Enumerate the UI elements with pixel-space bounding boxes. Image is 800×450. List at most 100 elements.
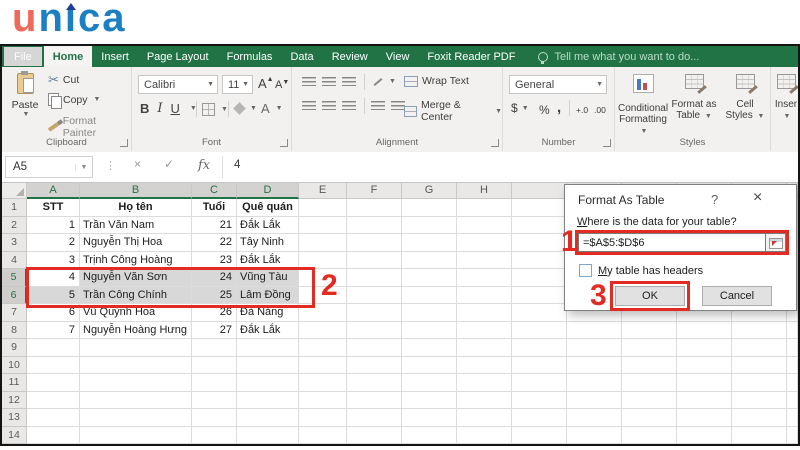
- cell-x1013[interactable]: [567, 409, 622, 427]
- cell-A4[interactable]: 3: [27, 251, 80, 269]
- cell-E1[interactable]: [299, 199, 347, 217]
- insert-function-button[interactable]: fx: [198, 158, 210, 173]
- align-left-icon[interactable]: [302, 101, 316, 110]
- cell-x108[interactable]: [567, 321, 622, 339]
- align-middle-icon[interactable]: [322, 77, 336, 86]
- cell-H13[interactable]: [457, 409, 512, 427]
- name-box[interactable]: A5 ▼: [5, 156, 93, 178]
- cell-x149[interactable]: [787, 339, 798, 357]
- fill-color-button[interactable]: ▼: [233, 102, 257, 115]
- cell-E3[interactable]: [299, 234, 347, 252]
- cell-C6[interactable]: 25: [192, 286, 237, 304]
- copy-button[interactable]: Copy ▼: [48, 93, 100, 109]
- headers-checkbox-row[interactable]: My table has headers: [579, 264, 703, 277]
- formula-input[interactable]: 4: [234, 159, 240, 171]
- cell-E11[interactable]: [299, 374, 347, 392]
- cell-E9[interactable]: [299, 339, 347, 357]
- cell-E14[interactable]: [299, 426, 347, 444]
- row-header-5[interactable]: 5: [2, 269, 27, 287]
- cell-D14[interactable]: [237, 426, 299, 444]
- cell-H6[interactable]: [457, 286, 512, 304]
- bold-button[interactable]: B: [140, 101, 149, 116]
- cell-B3[interactable]: Nguyễn Thị Hoa: [80, 234, 192, 252]
- increase-indent-icon[interactable]: [391, 101, 405, 110]
- decrease-indent-icon[interactable]: [371, 101, 385, 110]
- cancel-entry-button[interactable]: ×: [134, 157, 141, 171]
- cell-H8[interactable]: [457, 321, 512, 339]
- formula-bar-grip-icon[interactable]: ⋮: [105, 159, 116, 172]
- cell-F11[interactable]: [347, 374, 402, 392]
- cell-x1313[interactable]: [732, 409, 787, 427]
- font-size-combo[interactable]: 11 ▼: [222, 75, 253, 94]
- cell-G5[interactable]: [402, 269, 457, 287]
- cell-x1314[interactable]: [732, 426, 787, 444]
- cell-C4[interactable]: 23: [192, 251, 237, 269]
- cell-G3[interactable]: [402, 234, 457, 252]
- cell-B8[interactable]: Nguyễn Hoàng Hưng: [80, 321, 192, 339]
- cell-F1[interactable]: [347, 199, 402, 217]
- cell-B6[interactable]: Trần Công Chính: [80, 286, 192, 304]
- cell-C8[interactable]: 27: [192, 321, 237, 339]
- cell-G11[interactable]: [402, 374, 457, 392]
- cell-x96[interactable]: [512, 286, 567, 304]
- cell-x1312[interactable]: [732, 391, 787, 409]
- cell-G14[interactable]: [402, 426, 457, 444]
- decrease-decimal-button[interactable]: .00: [594, 105, 606, 115]
- cell-x1413[interactable]: [787, 409, 798, 427]
- underline-button[interactable]: U: [171, 101, 180, 116]
- cell-C14[interactable]: [192, 426, 237, 444]
- cell-x118[interactable]: [622, 321, 677, 339]
- cell-F10[interactable]: [347, 356, 402, 374]
- headers-checkbox[interactable]: [579, 264, 592, 277]
- cell-F14[interactable]: [347, 426, 402, 444]
- cell-x1412[interactable]: [787, 391, 798, 409]
- col-header-x9[interactable]: [512, 183, 567, 199]
- col-header-H[interactable]: H: [457, 183, 512, 199]
- cell-x1011[interactable]: [567, 374, 622, 392]
- cell-E12[interactable]: [299, 391, 347, 409]
- row-header-6[interactable]: 6: [2, 286, 27, 304]
- tab-page-layout[interactable]: Page Layout: [138, 46, 218, 67]
- row-header-13[interactable]: 13: [2, 409, 27, 427]
- cell-C2[interactable]: 21: [192, 216, 237, 234]
- paste-button[interactable]: Paste ▼: [8, 71, 42, 118]
- cell-x139[interactable]: [732, 339, 787, 357]
- row-header-11[interactable]: 11: [2, 374, 27, 392]
- cell-C11[interactable]: [192, 374, 237, 392]
- cell-D6[interactable]: Lâm Đồng: [237, 286, 299, 304]
- cell-x1214[interactable]: [677, 426, 732, 444]
- cell-C13[interactable]: [192, 409, 237, 427]
- tell-me-box[interactable]: Tell me what you want to do...: [538, 46, 699, 67]
- align-top-icon[interactable]: [302, 77, 316, 86]
- shrink-font-button[interactable]: A▼: [275, 79, 289, 91]
- cell-H14[interactable]: [457, 426, 512, 444]
- cell-H12[interactable]: [457, 391, 512, 409]
- cell-G13[interactable]: [402, 409, 457, 427]
- cell-E7[interactable]: [299, 304, 347, 322]
- format-painter-button[interactable]: Format Painter: [47, 115, 131, 139]
- cell-x1411[interactable]: [787, 374, 798, 392]
- cell-E2[interactable]: [299, 216, 347, 234]
- cell-G1[interactable]: [402, 199, 457, 217]
- row-header-3[interactable]: 3: [2, 234, 27, 252]
- cell-x95[interactable]: [512, 269, 567, 287]
- font-dialog-launcher-icon[interactable]: [280, 139, 288, 147]
- tab-view[interactable]: View: [377, 46, 419, 67]
- dialog-help-button[interactable]: ?: [711, 192, 718, 207]
- cell-A14[interactable]: [27, 426, 80, 444]
- cell-x1114[interactable]: [622, 426, 677, 444]
- cell-x1112[interactable]: [622, 391, 677, 409]
- cell-x914[interactable]: [512, 426, 567, 444]
- cell-D9[interactable]: [237, 339, 299, 357]
- cell-B13[interactable]: [80, 409, 192, 427]
- cell-G12[interactable]: [402, 391, 457, 409]
- percent-button[interactable]: %: [539, 103, 550, 117]
- cell-D12[interactable]: [237, 391, 299, 409]
- italic-button[interactable]: I: [157, 101, 162, 116]
- cut-button[interactable]: ✂ Cut: [48, 73, 79, 86]
- col-header-A[interactable]: A: [27, 183, 80, 199]
- cell-F5[interactable]: [347, 269, 402, 287]
- cell-G6[interactable]: [402, 286, 457, 304]
- cell-x1012[interactable]: [567, 391, 622, 409]
- insert-cells-button[interactable]: Inser ▼: [774, 71, 798, 145]
